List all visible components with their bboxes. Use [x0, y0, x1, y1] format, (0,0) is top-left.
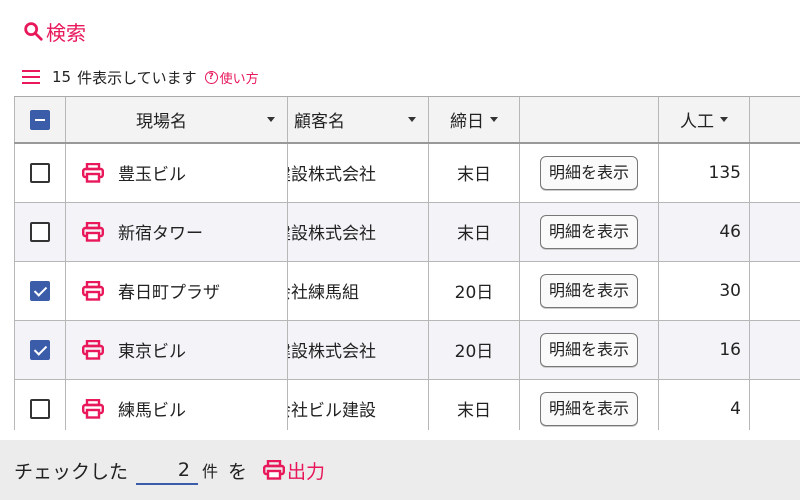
site-name: 新宿タワー [118, 224, 203, 244]
customer-cell: 建設株式会社 [287, 142, 429, 203]
detail-cell: 明細を表示 [519, 319, 659, 380]
table-row: 新宿タワー 建設株式会社末日明細を表示 46 [14, 201, 800, 262]
show-detail-button[interactable]: 明細を表示 [539, 214, 638, 249]
row-check-cell [14, 378, 66, 430]
checked-count: 2 [136, 455, 199, 485]
header-site-label: 現場名 [136, 112, 187, 132]
printer-icon[interactable] [82, 398, 105, 419]
show-detail-button[interactable]: 明細を表示 [539, 155, 638, 190]
site-name: 豊玉ビル [118, 165, 186, 186]
row-checkbox[interactable] [30, 398, 50, 419]
table-row: 豊玉ビル 建設株式会社末日明細を表示 135 [14, 142, 800, 203]
sort-caret-icon [720, 117, 728, 122]
header-labor-label: 人工 [680, 112, 714, 132]
row-checkbox[interactable] [30, 162, 50, 183]
labor-cell: 30 [658, 260, 750, 321]
show-detail-button[interactable]: 明細を表示 [539, 273, 638, 308]
search-label: 検索 [46, 20, 86, 45]
sort-caret-icon [408, 117, 416, 122]
search-link[interactable]: 検索 [22, 16, 86, 46]
show-detail-button[interactable]: 明細を表示 [539, 332, 638, 367]
detail-cell: 明細を表示 [519, 378, 659, 430]
extra-cell [749, 142, 800, 203]
labor-cell: 16 [658, 319, 750, 380]
closing-cell: 末日 [428, 142, 520, 203]
site-cell: 練馬ビル [65, 378, 288, 430]
header-extra [749, 97, 800, 144]
header-site[interactable]: 現場名 [65, 97, 288, 144]
bulk-action-bar: チェックした 2 件 を 出力 [0, 440, 800, 500]
closing-cell: 20日 [428, 260, 520, 321]
labor-cell: 135 [658, 142, 750, 203]
row-check-cell [14, 260, 66, 321]
result-count: 15 [52, 68, 72, 86]
show-detail-button[interactable]: 明細を表示 [539, 391, 638, 426]
site-cell: 新宿タワー [65, 201, 288, 262]
result-count-text: 件表示しています [77, 68, 197, 87]
result-count-bar: 15 件表示しています ? 使い方 [22, 66, 259, 88]
site-cell: 東京ビル [65, 319, 288, 380]
closing-cell: 末日 [428, 378, 520, 430]
row-check-cell [14, 201, 66, 262]
table-header-row: 現場名 顧客名 締日 人工 [14, 97, 800, 144]
customer-cell: 建設株式会社 [287, 201, 429, 262]
header-detail [519, 97, 659, 144]
table-row: 東京ビル 建設株式会社20日明細を表示 16 [14, 319, 800, 380]
site-name: 春日町プラザ [118, 283, 220, 303]
detail-cell: 明細を表示 [519, 201, 659, 262]
closing-cell: 20日 [428, 319, 520, 380]
row-checkbox[interactable] [30, 221, 50, 242]
printer-icon[interactable] [82, 221, 105, 242]
labor-cell: 46 [658, 201, 750, 262]
output-button[interactable]: 出力 [263, 457, 325, 484]
search-icon [24, 22, 43, 41]
printer-icon[interactable] [82, 162, 105, 183]
customer-cell: 会社ビル建設 [287, 378, 429, 430]
extra-cell [749, 319, 800, 380]
site-table: 現場名 顧客名 締日 人工 豊玉ビル建設株式会社末日明細を表示135新宿タワー建… [14, 96, 800, 430]
sort-caret-icon [490, 117, 498, 122]
table-row: 春日町プラザ 会社練馬組20日明細を表示 30 [14, 260, 800, 321]
closing-cell: 末日 [428, 201, 520, 262]
printer-icon [263, 460, 286, 480]
site-cell: 春日町プラザ [65, 260, 288, 321]
labor-cell: 4 [658, 378, 750, 430]
detail-cell: 明細を表示 [519, 142, 659, 203]
header-labor[interactable]: 人工 [658, 97, 750, 144]
output-label: 出力 [287, 460, 326, 483]
site-name: 練馬ビル [118, 401, 186, 421]
sort-caret-icon [267, 117, 275, 122]
bulk-particle: を [228, 460, 248, 483]
bulk-prefix: チェックした [14, 460, 129, 483]
question-circle-icon: ? [204, 70, 218, 84]
header-closing-label: 締日 [450, 112, 484, 132]
extra-cell [749, 378, 800, 430]
printer-icon[interactable] [82, 339, 105, 360]
hamburger-menu-icon[interactable] [22, 70, 40, 84]
row-checkbox[interactable] [30, 339, 50, 360]
help-label: 使い方 [219, 71, 259, 87]
customer-cell: 建設株式会社 [287, 319, 429, 380]
site-name: 東京ビル [118, 342, 186, 362]
header-customer-label: 顧客名 [294, 112, 345, 132]
extra-cell [749, 260, 800, 321]
help-link[interactable]: ? 使い方 [204, 68, 259, 87]
detail-cell: 明細を表示 [519, 260, 659, 321]
row-check-cell [14, 319, 66, 380]
table-row: 練馬ビル 会社ビル建設末日明細を表示 4 [14, 378, 800, 430]
site-cell: 豊玉ビル [65, 142, 288, 203]
customer-cell: 会社練馬組 [287, 260, 429, 321]
select-all-checkbox[interactable] [30, 109, 50, 130]
header-customer[interactable]: 顧客名 [287, 97, 429, 144]
header-closing[interactable]: 締日 [428, 97, 520, 144]
printer-icon[interactable] [82, 280, 105, 301]
checked-count-unit: 件 [202, 462, 219, 481]
select-all-cell [14, 97, 66, 144]
extra-cell [749, 201, 800, 262]
row-check-cell [14, 142, 66, 203]
row-checkbox[interactable] [30, 280, 50, 301]
